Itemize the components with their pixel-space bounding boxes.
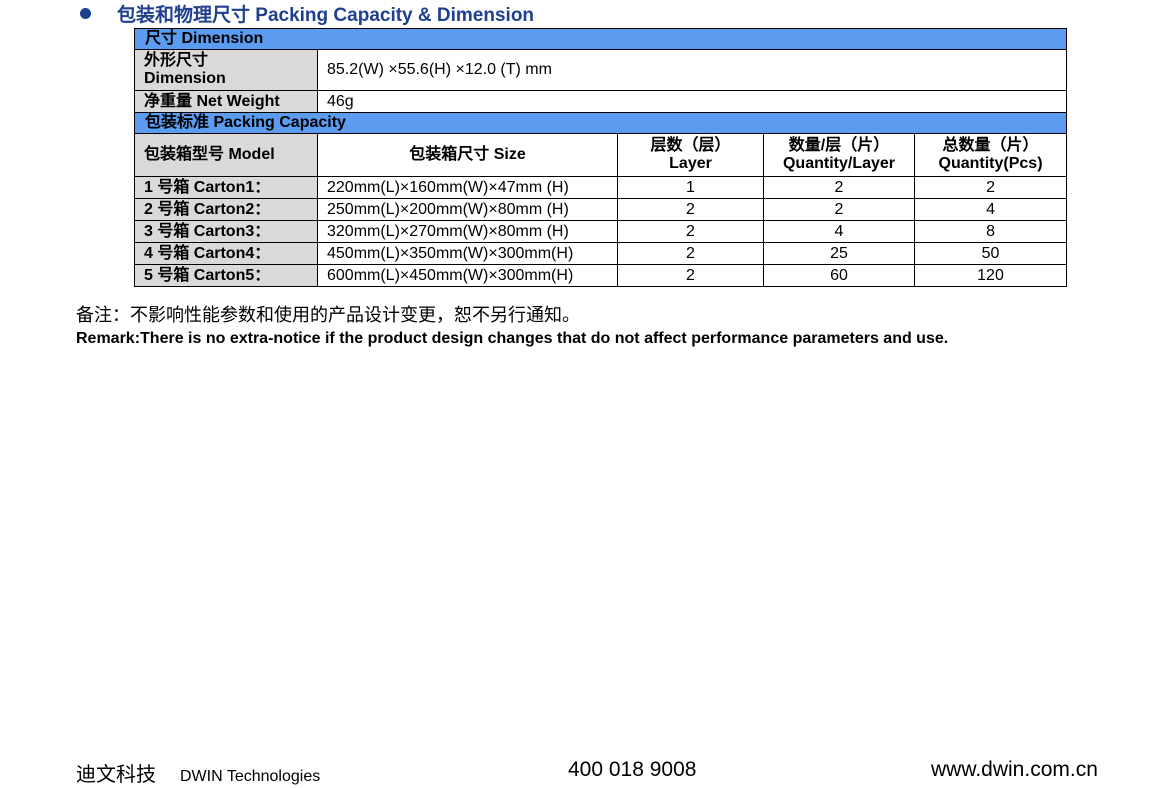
footer-website[interactable]: www.dwin.com.cn [931, 758, 1098, 784]
section-title: 包装和物理尺寸 Packing Capacity & Dimension [117, 4, 535, 26]
weight-row: 净重量 Net Weight 46g [134, 90, 1068, 113]
carton-size: 450mm(L)×350mm(W)×300mm(H) [317, 242, 618, 265]
footer-company-cn: 迪文科技 [76, 762, 156, 786]
footer-company: 迪文科技 DWIN Technologies [76, 758, 321, 786]
section-heading: 包装和物理尺寸 Packing Capacity & Dimension [80, 0, 534, 26]
footer-phone: 400 018 9008 [568, 758, 697, 781]
weight-value: 46g [316, 90, 1068, 113]
carton-model: 1 号箱 Carton1： [134, 176, 318, 199]
carton-layer: 1 [617, 176, 764, 199]
carton-size: 250mm(L)×200mm(W)×80mm (H) [317, 198, 618, 221]
carton-qty-layer: 25 [763, 242, 915, 265]
carton-total: 50 [913, 242, 1068, 265]
packing-band: 包装标准 Packing Capacity [133, 112, 1068, 134]
carton-size: 320mm(L)×270mm(W)×80mm (H) [317, 220, 618, 243]
carton-layer: 2 [617, 220, 764, 243]
carton-qty-layer: 2 [763, 176, 915, 199]
carton-model: 3 号箱 Carton3： [134, 220, 318, 243]
bullet-icon [80, 7, 91, 19]
outline-label-cn: 外形尺寸 [144, 52, 209, 69]
carton-qty-layer: 2 [763, 198, 915, 221]
carton-layer: 2 [617, 242, 764, 265]
carton-size: 220mm(L)×160mm(W)×47mm (H) [317, 176, 618, 199]
packing-header-row: 包装箱型号 Model 包装箱尺寸 Size 层数（层） Layer 数量/层（… [134, 133, 1068, 177]
carton-qty-layer: 60 [763, 264, 915, 287]
remark-cn: 备注：不影响性能参数和使用的产品设计变更，恕不另行通知。 [76, 305, 580, 326]
header-qty-layer: 数量/层（片） Quantity/Layer [763, 133, 915, 177]
table-row: 5 号箱 Carton5： 600mm(L)×450mm(W)×300mm(H)… [134, 264, 1068, 287]
header-total-cn: 总数量（片） [942, 137, 1039, 154]
header-qty-layer-cn: 数量/层（片） [788, 137, 890, 154]
remark-en: Remark:There is no extra-notice if the p… [76, 330, 949, 347]
header-total-en: Quantity(Pcs) [938, 155, 1043, 172]
outline-value: 85.2(W) ×55.6(H) ×12.0 (T) mm [316, 49, 1068, 91]
carton-model: 4 号箱 Carton4： [134, 242, 318, 265]
outline-label: 外形尺寸 Dimension [134, 49, 318, 91]
outline-row: 外形尺寸 Dimension 85.2(W) ×55.6(H) ×12.0 (T… [134, 49, 1068, 91]
header-qty-layer-en: Quantity/Layer [782, 155, 896, 172]
weight-label: 净重量 Net Weight [134, 90, 318, 113]
carton-total: 8 [913, 220, 1068, 243]
header-layer-cn: 层数（层） [650, 137, 731, 154]
dimension-band: 尺寸 Dimension [133, 28, 1068, 50]
dimension-title: 尺寸 Dimension [133, 28, 1068, 50]
outline-label-en: Dimension [144, 70, 226, 87]
table-row: 3 号箱 Carton3： 320mm(L)×270mm(W)×80mm (H)… [134, 220, 1068, 243]
header-layer-en: Layer [669, 155, 712, 172]
carton-total: 4 [913, 198, 1068, 221]
table-row: 2 号箱 Carton2： 250mm(L)×200mm(W)×80mm (H)… [134, 198, 1068, 221]
carton-total: 2 [913, 176, 1068, 199]
header-layer: 层数（层） Layer [617, 133, 764, 177]
carton-layer: 2 [617, 264, 764, 287]
table-row: 4 号箱 Carton4： 450mm(L)×350mm(W)×300mm(H)… [134, 242, 1068, 265]
carton-layer: 2 [617, 198, 764, 221]
header-model: 包装箱型号 Model [134, 133, 318, 177]
packing-title: 包装标准 Packing Capacity [133, 112, 1068, 134]
carton-model: 2 号箱 Carton2： [134, 198, 318, 221]
carton-size: 600mm(L)×450mm(W)×300mm(H) [317, 264, 618, 287]
carton-total: 120 [913, 264, 1068, 287]
carton-qty-layer: 4 [763, 220, 915, 243]
spec-table: 尺寸 Dimension 外形尺寸 Dimension 85.2(W) ×55.… [133, 28, 1068, 287]
header-total: 总数量（片） Quantity(Pcs) [913, 133, 1068, 177]
carton-model: 5 号箱 Carton5： [134, 264, 318, 287]
table-row: 1 号箱 Carton1： 220mm(L)×160mm(W)×47mm (H)… [134, 176, 1068, 199]
footer-company-en: DWIN Technologies [180, 768, 321, 785]
header-size: 包装箱尺寸 Size [317, 133, 618, 177]
